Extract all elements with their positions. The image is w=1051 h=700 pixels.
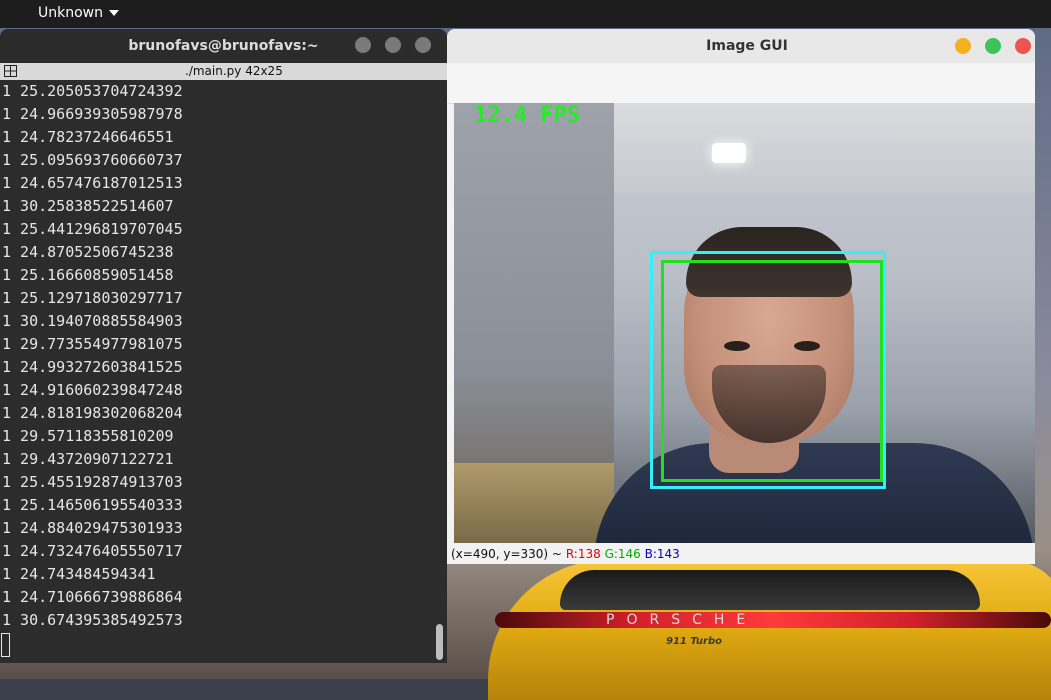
terminal-close-button[interactable] — [415, 37, 431, 53]
terminal-line: 1 24.78237246646551 — [2, 128, 174, 146]
terminal-line: 1 24.743484594341 — [2, 565, 156, 583]
image-gui-toolbar — [447, 63, 1035, 104]
frame-ceiling-light — [712, 143, 746, 163]
wallpaper-car-taillight — [495, 612, 1051, 628]
terminal-line: 1 25.455192874913703 — [2, 473, 183, 491]
app-menu[interactable]: Unknown — [38, 5, 119, 21]
terminal-line: 1 24.884029475301933 — [2, 519, 183, 537]
terminal-title: brunofavs@brunofavs:~ — [128, 38, 319, 54]
status-coordinates: (x=490, y=330) ~ — [451, 547, 562, 561]
status-green-value: G:146 — [604, 547, 641, 561]
terminal-line: 1 24.87052506745238 — [2, 243, 174, 261]
image-gui-title: Image GUI — [706, 38, 788, 54]
wallpaper-brand-text: PORSCHE — [606, 612, 758, 628]
terminal-line: 1 24.993272603841525 — [2, 358, 183, 376]
terminal-line: 1 29.43720907122721 — [2, 450, 174, 468]
terminal-line: 1 29.773554977981075 — [2, 335, 183, 353]
terminal-line: 1 24.657476187012513 — [2, 174, 183, 192]
terminal-line: 1 24.966939305987978 — [2, 105, 183, 123]
terminal-minimize-button[interactable] — [355, 37, 371, 53]
image-gui-minimize-button[interactable] — [955, 38, 971, 54]
wallpaper-car-window — [560, 570, 980, 610]
frame-desk — [454, 463, 614, 543]
terminal-titlebar[interactable]: brunofavs@brunofavs:~ — [0, 29, 447, 63]
terminal-line: 1 30.674395385492573 — [2, 611, 183, 629]
image-gui-status-bar: (x=490, y=330) ~ R:138 G:146 B:143 — [447, 544, 1035, 564]
terminal-line: 1 30.25838522514607 — [2, 197, 174, 215]
webcam-frame[interactable]: 12.4 FPS — [454, 103, 1035, 543]
terminal-line: 1 24.818198302068204 — [2, 404, 183, 422]
terminal-line: 1 25.095693760660737 — [2, 151, 183, 169]
terminal-line: 1 24.732476405550717 — [2, 542, 183, 560]
terminal-line: 1 29.57118355810209 — [2, 427, 174, 445]
top-panel: Unknown — [0, 0, 1051, 28]
status-blue-value: B:143 — [644, 547, 680, 561]
image-gui-close-button[interactable] — [1015, 38, 1031, 54]
terminal-line: 1 24.710666739886864 — [2, 588, 183, 606]
terminal-maximize-button[interactable] — [385, 37, 401, 53]
terminal-cursor — [1, 633, 10, 657]
wallpaper-badge-text: 911 Turbo — [666, 636, 722, 647]
terminal-output[interactable]: 1 25.205053704724392 1 24.96693930598797… — [0, 80, 447, 663]
fps-counter: 12.4 FPS — [474, 103, 580, 128]
image-gui-window: Image GUI 12.4 FPS (x=490, y=330) ~ R:13… — [447, 29, 1035, 564]
terminal-scrollbar[interactable] — [436, 624, 443, 660]
terminal-line: 1 25.129718030297717 — [2, 289, 183, 307]
terminal-line: 1 30.194070885584903 — [2, 312, 183, 330]
chevron-down-icon — [109, 10, 119, 16]
terminal-window: brunofavs@brunofavs:~ ./main.py 42x25 1 … — [0, 29, 447, 663]
terminal-line: 1 25.205053704724392 — [2, 82, 183, 100]
status-red-value: R:138 — [565, 547, 601, 561]
terminal-line: 1 25.441296819707045 — [2, 220, 183, 238]
split-view-icon[interactable] — [4, 65, 17, 77]
terminal-line: 1 24.916060239847248 — [2, 381, 183, 399]
terminal-line: 1 25.16660859051458 — [2, 266, 174, 284]
image-gui-titlebar[interactable]: Image GUI — [447, 29, 1035, 63]
image-gui-maximize-button[interactable] — [985, 38, 1001, 54]
terminal-tab-label[interactable]: ./main.py 42x25 — [185, 64, 283, 78]
app-menu-label: Unknown — [38, 5, 103, 21]
terminal-tab-bar: ./main.py 42x25 — [0, 63, 447, 80]
terminal-line: 1 25.146506195540333 — [2, 496, 183, 514]
face-detection-box-green — [661, 260, 883, 482]
